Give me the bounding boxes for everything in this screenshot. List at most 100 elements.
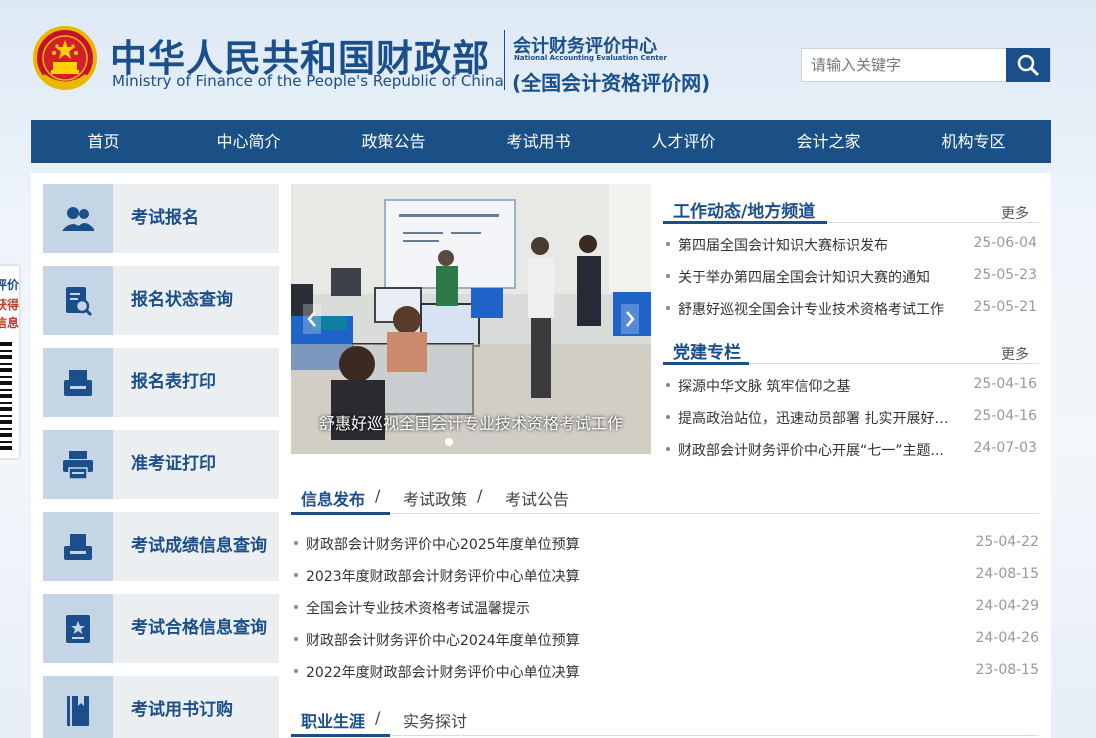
bullet (294, 605, 298, 609)
certificate-icon (43, 594, 113, 663)
list-item-date: 25-05-23 (973, 267, 1037, 283)
party-header: 党建专栏 更多 (663, 330, 1039, 365)
info-tabs: 信息发布 / 考试政策 / 考试公告 (291, 480, 1039, 515)
nav-item-exam-books[interactable]: 考试用书 (466, 120, 611, 163)
nav-item-about[interactable]: 中心简介 (176, 120, 321, 163)
tab-exam-policy[interactable]: 考试政策 (403, 486, 467, 510)
sidebar-item-form-print[interactable]: 报名表打印 (43, 348, 279, 417)
tab-separator: / (477, 486, 483, 505)
sidebar-item-score-query[interactable]: 考试成绩信息查询 (43, 512, 279, 581)
national-emblem-icon[interactable] (33, 26, 97, 92)
slider-prev-button[interactable] (303, 304, 321, 334)
list-item-title[interactable]: 全国会计专业技术资格考试温馨提示 (306, 598, 530, 618)
list-item-title[interactable]: 财政部会计财务评价中心2025年度单位预算 (306, 534, 580, 554)
party-title[interactable]: 党建专栏 (673, 338, 741, 363)
list-item-date: 25-04-16 (973, 376, 1037, 392)
image-slider[interactable]: 舒惠好巡视全国会计专业技术资格考试工作 (291, 184, 651, 454)
float-panel-text: 评价 (0, 278, 20, 292)
list-item-title[interactable]: 财政部会计财务评价中心开展“七一”主题... (678, 440, 961, 460)
tab-underline (291, 734, 390, 737)
list-item-title[interactable]: 财政部会计财务评价中心2024年度单位预算 (306, 630, 580, 650)
bullet (294, 669, 298, 673)
main-content: 考试报名 报名状态查询 报名表打印 准考证打印 考试成绩信息查询 考试合格信息查… (31, 173, 1051, 738)
work-news-header: 工作动态/地方频道 更多 (663, 189, 1039, 224)
list-item-title[interactable]: 关于举办第四届全国会计知识大赛的通知 (678, 267, 961, 287)
list-item[interactable]: 2022年度财政部会计财务评价中心单位决算 23-08-15 (291, 660, 1039, 684)
nav-item-home[interactable]: 首页 (31, 120, 176, 163)
sidebar-item-admission-ticket[interactable]: 准考证打印 (43, 430, 279, 499)
list-item[interactable]: 探源中华文脉 筑牢信仰之基 25-04-16 (663, 374, 1039, 398)
search-input[interactable] (802, 49, 1008, 81)
document-search-icon (43, 266, 113, 335)
list-item-title[interactable]: 第四届全国会计知识大赛标识发布 (678, 235, 961, 255)
list-item[interactable]: 财政部会计财务评价中心2024年度单位预算 24-04-26 (291, 628, 1039, 652)
float-panel-text: 信息 (0, 316, 20, 330)
center-name-english: National Accounting Evaluation Center (514, 54, 667, 62)
slider-dot[interactable] (467, 438, 475, 446)
search-box (801, 48, 1051, 82)
list-item[interactable]: 财政部会计财务评价中心2025年度单位预算 25-04-22 (291, 532, 1039, 556)
list-item-title[interactable]: 舒惠好巡视全国会计专业技术资格考试工作 (678, 299, 961, 319)
sidebar-item-label: 考试报名 (131, 208, 199, 228)
slider-next-button[interactable] (621, 304, 639, 334)
sidebar-item-label: 准考证打印 (131, 454, 216, 474)
float-panel-text: 获得 (0, 298, 20, 312)
floating-qr-panel[interactable]: 评价 获得 信息 (0, 266, 19, 458)
tab-career[interactable]: 职业生涯 (301, 708, 365, 732)
list-item-title[interactable]: 探源中华文脉 筑牢信仰之基 (678, 376, 961, 396)
tab-exam-notice[interactable]: 考试公告 (505, 486, 569, 510)
bullet (666, 383, 670, 387)
sidebar-item-qualification-query[interactable]: 考试合格信息查询 (43, 594, 279, 663)
nav-item-policy[interactable]: 政策公告 (321, 120, 466, 163)
list-item[interactable]: 关于举办第四届全国会计知识大赛的通知 25-05-23 (663, 265, 1039, 289)
bullet (294, 637, 298, 641)
section-underline (663, 362, 749, 365)
sidebar-item-exam-registration[interactable]: 考试报名 (43, 184, 279, 253)
sidebar-item-book-order[interactable]: 考试用书订购 (43, 676, 279, 738)
search-icon (1017, 54, 1039, 76)
list-item-date: 24-04-26 (975, 630, 1039, 646)
section-underline (663, 221, 827, 224)
sidebar-item-label: 考试合格信息查询 (131, 618, 267, 638)
sidebar-item-label: 考试用书订购 (131, 700, 233, 720)
list-item[interactable]: 财政部会计财务评价中心开展“七一”主题... 24-07-03 (663, 438, 1039, 462)
list-item[interactable]: 舒惠好巡视全国会计专业技术资格考试工作 25-05-21 (663, 297, 1039, 321)
list-item-title[interactable]: 提高政治站位，迅速动员部署 扎实开展好学... (678, 408, 961, 428)
bullet (666, 415, 670, 419)
list-item[interactable]: 2023年度财政部会计财务评价中心单位决算 24-08-15 (291, 564, 1039, 588)
tab-practice[interactable]: 实务探讨 (403, 708, 467, 732)
slider-dot[interactable] (489, 438, 497, 446)
bullet (666, 274, 670, 278)
list-item-date: 25-04-16 (973, 408, 1037, 424)
nav-item-institutions[interactable]: 机构专区 (901, 120, 1046, 163)
list-item-date: 25-05-21 (973, 299, 1037, 315)
tab-info-release[interactable]: 信息发布 (301, 486, 365, 510)
career-tabs: 职业生涯 / 实务探讨 (291, 702, 1039, 737)
bullet (294, 541, 298, 545)
list-item-date: 24-07-03 (973, 440, 1037, 456)
bullet (294, 573, 298, 577)
list-item-date: 23-08-15 (975, 662, 1039, 678)
book-icon (43, 676, 113, 738)
search-button[interactable] (1006, 48, 1050, 82)
sidebar-item-registration-status[interactable]: 报名状态查询 (43, 266, 279, 335)
tab-separator: / (375, 708, 381, 727)
qr-code (0, 342, 12, 450)
nav-item-accountant-home[interactable]: 会计之家 (756, 120, 901, 163)
header-divider (504, 30, 505, 90)
work-news-title[interactable]: 工作动态/地方频道 (673, 197, 815, 222)
slider-dot[interactable] (445, 438, 453, 446)
list-item[interactable]: 提高政治站位，迅速动员部署 扎实开展好学... 25-04-16 (663, 406, 1039, 430)
bullet (666, 447, 670, 451)
party-more-link[interactable]: 更多 (1001, 344, 1029, 364)
inbox-icon (43, 512, 113, 581)
tab-underline (291, 512, 390, 515)
list-item-title[interactable]: 2022年度财政部会计财务评价中心单位决算 (306, 662, 580, 682)
chevron-left-icon (307, 311, 316, 327)
list-item[interactable]: 全国会计专业技术资格考试温馨提示 24-04-29 (291, 596, 1039, 620)
tab-separator: / (375, 486, 381, 505)
list-item[interactable]: 第四届全国会计知识大赛标识发布 25-06-04 (663, 233, 1039, 257)
nav-item-talent[interactable]: 人才评价 (611, 120, 756, 163)
work-news-more-link[interactable]: 更多 (1001, 203, 1029, 223)
list-item-title[interactable]: 2023年度财政部会计财务评价中心单位决算 (306, 566, 580, 586)
